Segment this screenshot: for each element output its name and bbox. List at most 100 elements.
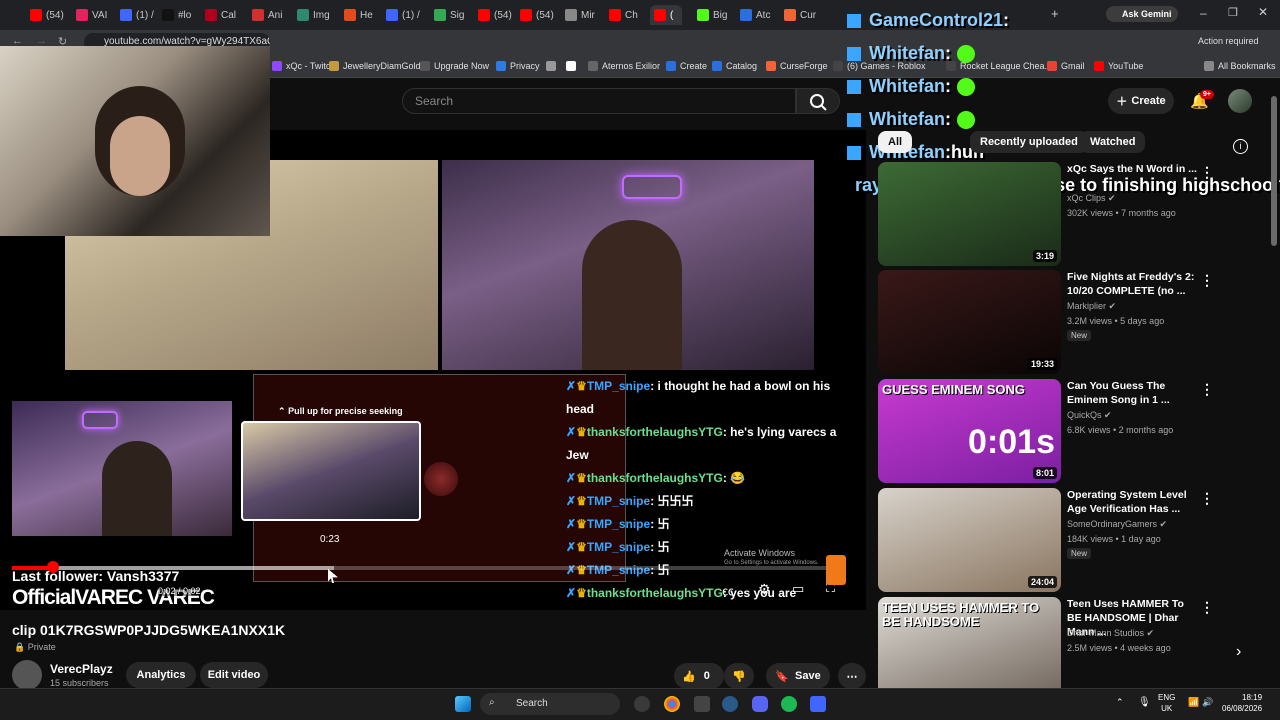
like-button[interactable]: 👍 0 [674, 663, 724, 689]
browser-tab[interactable]: Img [297, 5, 339, 25]
recommended-video[interactable]: GUESS EMINEM SONG 0:01s 8:01 Can You Guess … [878, 379, 1268, 483]
channel-avatar[interactable] [12, 660, 42, 690]
browser-tab[interactable]: Big [697, 5, 739, 25]
recommended-channel[interactable]: SomeOrdinaryGamers ✔ [1067, 519, 1167, 530]
sidebar-scrollbar[interactable] [1271, 96, 1277, 246]
recommended-video[interactable]: 19:33 Five Nights at Freddy's 2: 10/20 CO… [878, 270, 1268, 374]
bookmark-item[interactable]: JewelleryDiamGold [329, 61, 421, 71]
chip-recently-uploaded[interactable]: Recently uploaded [970, 131, 1088, 153]
chat-username: TMP_snipe [586, 517, 651, 531]
chrome-icon[interactable] [664, 696, 680, 712]
video-thumbnail[interactable]: TEEN USES HAMMER TO BE HANDSOME [878, 597, 1061, 701]
recommended-title[interactable]: Five Nights at Freddy's 2: 10/20 COMPLET… [1067, 270, 1197, 298]
chevron-up-icon: ⌃ [278, 406, 286, 416]
theater-mode-icon[interactable]: ▭ [792, 581, 804, 597]
chip-watched[interactable]: Watched [1080, 131, 1146, 153]
more-options-icon[interactable]: ⋮ [1200, 599, 1214, 616]
pull-up-label: Pull up for precise seeking [288, 406, 403, 416]
channel-name[interactable]: VerecPlayz [50, 662, 113, 676]
browser-tab[interactable]: Ani [252, 5, 294, 25]
app-icon-3[interactable] [694, 696, 710, 712]
more-actions-button[interactable]: ⋯ [838, 663, 866, 689]
search-button[interactable] [796, 88, 840, 114]
settings-gear-icon[interactable]: ⚙ [758, 581, 771, 598]
tab-favicon-icon [344, 9, 356, 21]
recommended-title[interactable]: xQc Says the N Word in ... [1067, 162, 1197, 176]
wifi-icon[interactable]: 📶 [1188, 697, 1199, 708]
volume-icon[interactable]: 🔊 [1202, 697, 1213, 708]
chat-message: ✗♛thanksforthelaughsYTG: yes you are [566, 582, 866, 605]
bookmark-item[interactable]: Privacy [496, 61, 540, 71]
start-menu-icon[interactable] [455, 696, 471, 712]
activate-windows-text: Activate Windows [724, 548, 796, 558]
verified-check-icon: ✔ [1105, 193, 1116, 203]
bookmark-item[interactable]: Catalog [712, 61, 757, 71]
dislike-button[interactable]: 👎 [724, 663, 754, 689]
bookmark-item[interactable]: Upgrade Now [420, 61, 489, 71]
video-thumbnail[interactable]: 24:04 [878, 488, 1061, 592]
browser-tab[interactable]: (54) [520, 5, 562, 25]
browser-tab[interactable]: (1) / [386, 5, 428, 25]
crown-badge-icon: ♛ [576, 494, 587, 508]
app-icon-7[interactable] [810, 696, 826, 712]
browser-tab[interactable]: (54) [30, 5, 72, 25]
bookmark-item[interactable]: CurseForge [766, 61, 828, 71]
view-count-age: 6.8K views • 2 months ago [1067, 425, 1174, 435]
more-options-icon[interactable]: ⋮ [1200, 272, 1214, 289]
recommended-title[interactable]: Can You Guess The Eminem Song in 1 ... [1067, 379, 1197, 407]
browser-tab[interactable]: Sig [434, 5, 476, 25]
live-stream-neon-sign-small [82, 411, 118, 429]
chat-message: ✗♛TMP_snipe: 卐 [566, 559, 866, 582]
bookmark-label: JewelleryDiamGold [343, 61, 421, 71]
more-options-icon[interactable]: ⋮ [1200, 164, 1214, 181]
search-input[interactable]: Search [402, 88, 796, 114]
recommended-video[interactable]: 3:19 xQc Says the N Word in ... xQc Clips … [878, 162, 1268, 266]
recommended-title[interactable]: Operating System Level Age Verification … [1067, 488, 1197, 516]
browser-tab[interactable]: (1) / [120, 5, 162, 25]
captions-icon[interactable]: ㏄ [722, 582, 734, 599]
browser-tab[interactable]: (54) [478, 5, 520, 25]
bookmark-item[interactable]: Aternos Exilior [588, 61, 660, 71]
edit-video-button[interactable]: Edit video [200, 662, 268, 688]
bookmark-item[interactable]: xQc - Twitch [272, 61, 335, 71]
settings-icon[interactable] [722, 696, 738, 712]
language-indicator[interactable]: ENG UK [1158, 692, 1175, 714]
browser-tab[interactable]: He [344, 5, 386, 25]
bookmark-item[interactable] [546, 61, 560, 71]
video-thumbnail[interactable]: 19:33 [878, 270, 1061, 374]
system-clock[interactable]: 18:19 06/08/2026 [1222, 692, 1262, 714]
save-button[interactable]: 🔖 Save [766, 663, 830, 689]
recommended-channel[interactable]: Markiplier ✔ [1067, 301, 1116, 312]
browser-tab[interactable]: Cur [784, 5, 826, 25]
tab-label: (54) [46, 9, 64, 21]
browser-tab[interactable]: Mir [565, 5, 607, 25]
browser-tab[interactable]: VAI [76, 5, 118, 25]
browser-tab[interactable]: ( [650, 5, 682, 25]
bookmark-item[interactable]: Create [666, 61, 707, 71]
taskbar-search[interactable]: Search [480, 693, 620, 715]
sword-badge-icon: ✗ [566, 425, 577, 439]
video-thumbnail[interactable]: GUESS EMINEM SONG 0:01s 8:01 [878, 379, 1061, 483]
more-options-icon[interactable]: ⋮ [1200, 490, 1214, 507]
browser-tab[interactable]: Ch [609, 5, 651, 25]
analytics-button[interactable]: Analytics [126, 662, 196, 688]
browser-tab[interactable]: Atc [740, 5, 782, 25]
microphone-icon[interactable]: 🎙 [1138, 697, 1151, 708]
recommended-video[interactable]: TEEN USES HAMMER TO BE HANDSOME Teen Uses… [878, 597, 1268, 701]
info-icon[interactable]: i [1233, 139, 1248, 154]
browser-tab[interactable]: #lo [162, 5, 204, 25]
video-thumbnail[interactable]: 3:19 [878, 162, 1061, 266]
more-options-icon[interactable]: ⋮ [1200, 381, 1214, 398]
chip-all[interactable]: All [878, 131, 913, 153]
recommended-channel[interactable]: xQc Clips ✔ [1067, 193, 1116, 204]
bookmark-item[interactable] [566, 61, 580, 71]
chat-message: head [566, 398, 866, 421]
spotify-icon[interactable] [781, 696, 797, 712]
discord-icon[interactable] [752, 696, 768, 712]
tray-chevron-up-icon[interactable]: ⌃ [1116, 697, 1124, 708]
app-icon-1[interactable] [634, 696, 650, 712]
recommended-channel[interactable]: QuickQs ✔ [1067, 410, 1112, 421]
recommended-channel[interactable]: Dhar Mann Studios ✔ [1067, 628, 1154, 639]
recommended-video[interactable]: 24:04 Operating System Level Age Verifica… [878, 488, 1268, 592]
browser-tab[interactable]: Cal [205, 5, 247, 25]
